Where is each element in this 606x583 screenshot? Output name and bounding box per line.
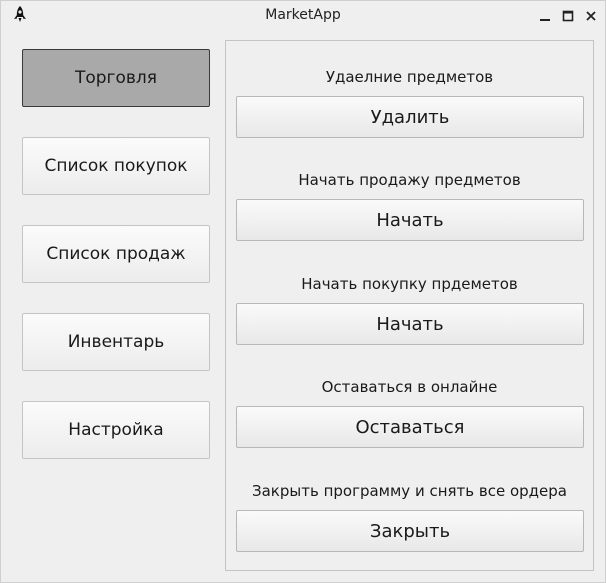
button-label: Удалить [370, 106, 450, 128]
start-selling-label: Начать продажу предметов [298, 171, 521, 189]
sidebar-item-label: Торговля [74, 68, 158, 88]
close-program-label: Закрыть программу и снять все ордера [252, 482, 567, 500]
close-program-button[interactable]: Закрыть [236, 510, 584, 552]
sidebar-item-label: Список покупок [44, 156, 188, 176]
sidebar-item-purchase-list[interactable]: Список покупок [22, 137, 210, 195]
button-label: Начать [376, 313, 444, 335]
app-window: MarketApp Торговля Список покупок Список… [0, 0, 606, 583]
trading-panel: Удаелние предметов Удалить Начать продаж… [225, 40, 594, 571]
close-icon[interactable] [583, 8, 599, 24]
button-label: Начать [376, 209, 444, 231]
minimize-icon[interactable] [537, 8, 553, 24]
sidebar-item-trading[interactable]: Торговля [22, 49, 210, 107]
sidebar-item-sales-list[interactable]: Список продаж [22, 225, 210, 283]
remove-items-label: Удаелние предметов [325, 68, 494, 86]
start-buying-label: Начать покупку прдеметов [301, 275, 518, 293]
sidebar-item-label: Список продаж [46, 244, 186, 264]
maximize-icon[interactable] [560, 8, 576, 24]
title-bar[interactable]: MarketApp [1, 1, 605, 31]
sidebar-item-inventory[interactable]: Инвентарь [22, 313, 210, 371]
button-label: Оставаться [355, 416, 465, 438]
sidebar-item-label: Настройка [68, 420, 164, 440]
sidebar-item-label: Инвентарь [67, 332, 165, 352]
sidebar-item-settings[interactable]: Настройка [22, 401, 210, 459]
window-title: MarketApp [265, 7, 341, 23]
button-label: Закрыть [369, 520, 451, 542]
start-selling-button[interactable]: Начать [236, 199, 584, 241]
start-buying-button[interactable]: Начать [236, 303, 584, 345]
stay-online-label: Оставаться в онлайне [321, 378, 498, 396]
remove-button[interactable]: Удалить [236, 96, 584, 138]
stay-online-button[interactable]: Оставаться [236, 406, 584, 448]
